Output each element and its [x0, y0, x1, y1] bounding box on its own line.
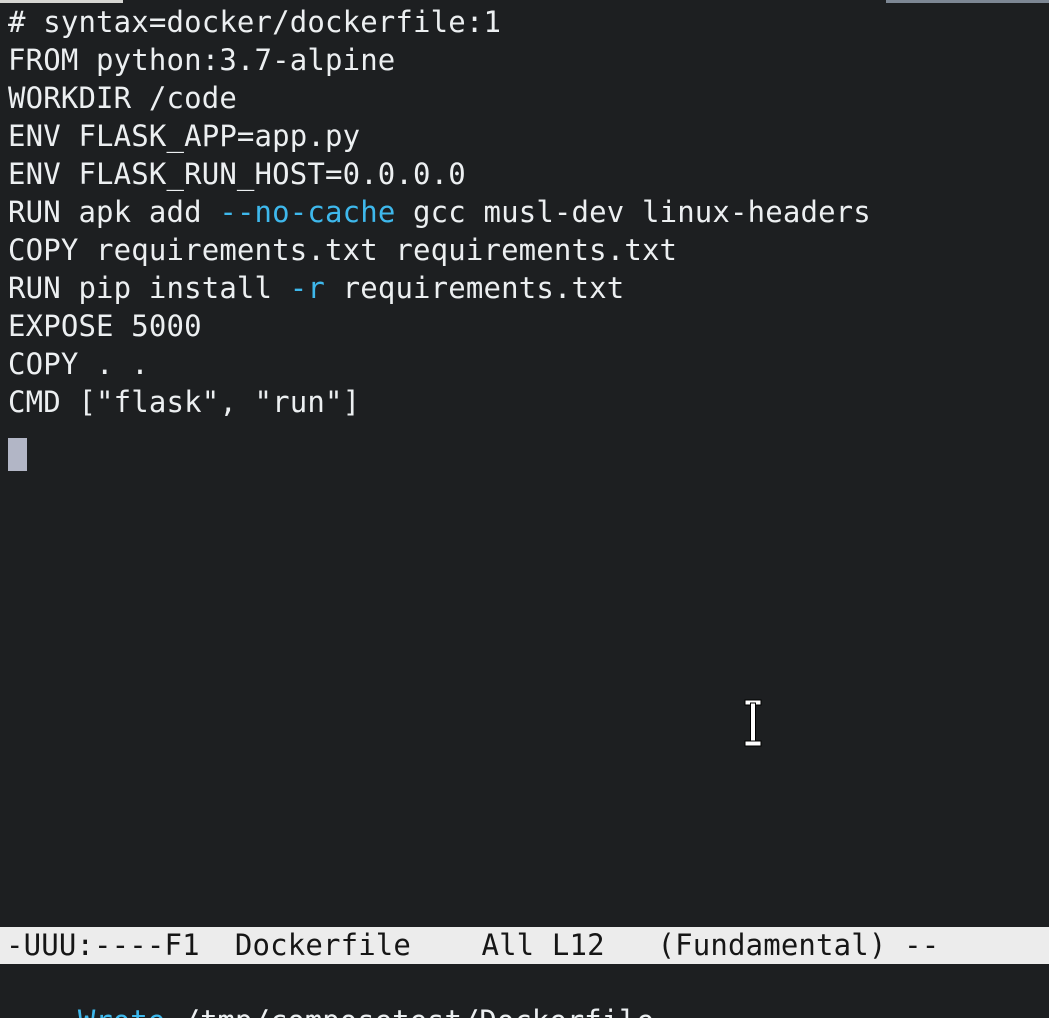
code-token-text: RUN apk add	[8, 195, 220, 229]
code-line[interactable]: ENV FLASK_RUN_HOST=0.0.0.0	[0, 155, 1049, 193]
code-token-flag: --no-cache	[219, 195, 396, 229]
code-token-text: RUN pip install	[8, 271, 290, 305]
code-token-text: ENV FLASK_RUN_HOST=0.0.0.0	[8, 157, 466, 191]
code-line[interactable]: RUN apk add --no-cache gcc musl-dev linu…	[0, 193, 1049, 231]
code-line[interactable]: COPY requirements.txt requirements.txt	[0, 231, 1049, 269]
code-line[interactable]: CMD ["flask", "run"]	[0, 383, 1049, 421]
code-line[interactable]: WORKDIR /code	[0, 79, 1049, 117]
code-token-text: COPY requirements.txt requirements.txt	[8, 233, 678, 267]
code-line[interactable]: COPY . .	[0, 345, 1049, 383]
code-token-text: EXPOSE 5000	[8, 309, 202, 343]
code-token-text: gcc musl-dev linux-headers	[395, 195, 871, 229]
emacs-frame: # syntax=docker/dockerfile:1 FROM python:…	[0, 0, 1049, 1018]
code-line[interactable]: RUN pip install -r requirements.txt	[0, 269, 1049, 307]
code-line[interactable]: ENV FLASK_APP=app.py	[0, 117, 1049, 155]
echo-area-minibuffer[interactable]: Wrote /tmp/composetest/Dockerfile	[0, 964, 1049, 1018]
text-cursor-block	[8, 438, 27, 471]
code-token-text: CMD ["flask", "run"]	[8, 385, 361, 419]
code-line[interactable]: # syntax=docker/dockerfile:1	[0, 3, 1049, 41]
code-token-text: FROM python:3.7-alpine	[8, 43, 396, 77]
code-line[interactable]: EXPOSE 5000	[0, 307, 1049, 345]
echo-area-path: /tmp/composetest/Dockerfile	[165, 1004, 654, 1018]
code-line[interactable]	[0, 421, 1049, 459]
code-token-text: # syntax=docker/dockerfile:1	[8, 5, 502, 39]
code-token-text: COPY . .	[8, 347, 149, 381]
code-line[interactable]: FROM python:3.7-alpine	[0, 41, 1049, 79]
mode-line[interactable]: -UUU:----F1 Dockerfile All L12 (Fundamen…	[0, 927, 1049, 964]
buffer-text-area[interactable]: # syntax=docker/dockerfile:1 FROM python:…	[0, 3, 1049, 927]
code-token-text: ENV FLASK_APP=app.py	[8, 119, 361, 153]
code-token-text: requirements.txt	[325, 271, 625, 305]
code-token-text: WORKDIR /code	[8, 81, 237, 115]
code-token-flag: -r	[289, 271, 325, 305]
echo-area-verb: Wrote	[78, 1004, 165, 1018]
